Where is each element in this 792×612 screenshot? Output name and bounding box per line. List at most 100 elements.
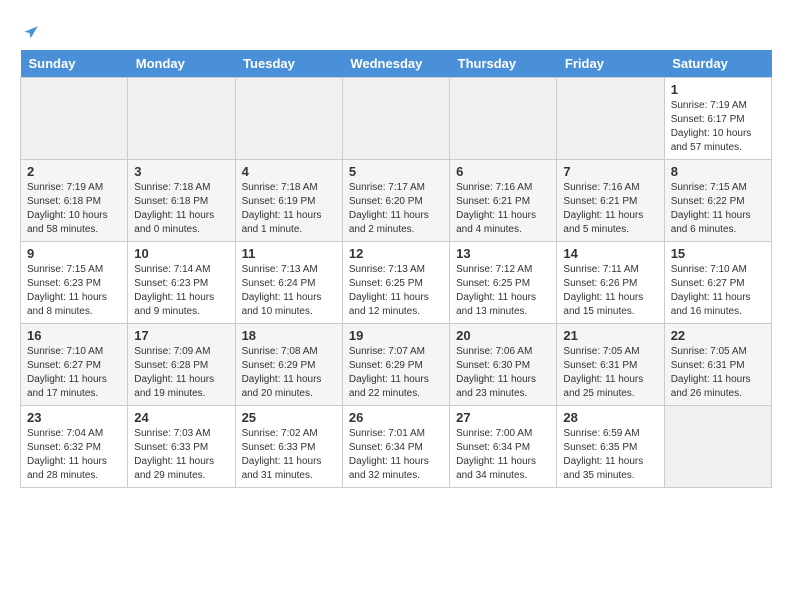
day-info: Sunrise: 7:01 AM Sunset: 6:34 PM Dayligh… <box>349 427 443 483</box>
day-info: Sunrise: 7:06 AM Sunset: 6:30 PM Dayligh… <box>456 345 550 401</box>
logo-bird-icon <box>22 24 40 42</box>
day-number: 25 <box>242 410 336 425</box>
weekday-header-sunday: Sunday <box>21 50 128 78</box>
day-info: Sunrise: 7:10 AM Sunset: 6:27 PM Dayligh… <box>671 263 765 319</box>
day-info: Sunrise: 7:02 AM Sunset: 6:33 PM Dayligh… <box>242 427 336 483</box>
calendar-cell <box>450 78 557 160</box>
day-info: Sunrise: 7:09 AM Sunset: 6:28 PM Dayligh… <box>134 345 228 401</box>
calendar-cell: 3 Sunrise: 7:18 AM Sunset: 6:18 PM Daylig… <box>128 160 235 242</box>
calendar-cell: 12Sunrise: 7:13 AM Sunset: 6:25 PM Dayli… <box>342 242 449 324</box>
calendar-week-4: 16 Sunrise: 7:10 AM Sunset: 6:27 PM Dayli… <box>21 324 772 406</box>
calendar-cell: 2 Sunrise: 7:19 AM Sunset: 6:18 PM Daylig… <box>21 160 128 242</box>
day-number: 10 <box>134 246 228 261</box>
day-number: 27 <box>456 410 550 425</box>
day-number: 26 <box>349 410 443 425</box>
calendar-cell: 9 Sunrise: 7:15 AM Sunset: 6:23 PM Daylig… <box>21 242 128 324</box>
day-info: Sunrise: 7:18 AM Sunset: 6:18 PM Dayligh… <box>134 181 228 237</box>
day-info: Sunrise: 7:04 AM Sunset: 6:32 PM Dayligh… <box>27 427 121 483</box>
day-info: Sunrise: 7:15 AM Sunset: 6:23 PM Dayligh… <box>27 263 121 319</box>
day-number: 9 <box>27 246 121 261</box>
calendar-table: SundayMondayTuesdayWednesdayThursdayFrid… <box>20 50 772 488</box>
calendar-cell: 22 Sunrise: 7:05 AM Sunset: 6:31 PM Dayli… <box>664 324 771 406</box>
day-number: 15 <box>671 246 765 261</box>
day-number: 6 <box>456 164 550 179</box>
calendar-cell: 27 Sunrise: 7:00 AM Sunset: 6:34 PM Dayli… <box>450 406 557 488</box>
calendar-cell: 23 Sunrise: 7:04 AM Sunset: 6:32 PM Dayli… <box>21 406 128 488</box>
day-number: 17 <box>134 328 228 343</box>
day-info: Sunrise: 7:17 AM Sunset: 6:20 PM Dayligh… <box>349 181 443 237</box>
day-number: 16 <box>27 328 121 343</box>
day-info: Sunrise: 7:10 AM Sunset: 6:27 PM Dayligh… <box>27 345 121 401</box>
day-number: 18 <box>242 328 336 343</box>
weekday-header-friday: Friday <box>557 50 664 78</box>
day-info: Sunrise: 7:08 AM Sunset: 6:29 PM Dayligh… <box>242 345 336 401</box>
calendar-cell: 13 Sunrise: 7:12 AM Sunset: 6:25 PM Dayli… <box>450 242 557 324</box>
calendar-cell <box>235 78 342 160</box>
calendar-week-1: 1 Sunrise: 7:19 AM Sunset: 6:17 PM Daylig… <box>21 78 772 160</box>
day-number: 11 <box>242 246 336 261</box>
logo-text <box>20 20 40 44</box>
weekday-header-tuesday: Tuesday <box>235 50 342 78</box>
day-number: 19 <box>349 328 443 343</box>
day-info: Sunrise: 7:14 AM Sunset: 6:23 PM Dayligh… <box>134 263 228 319</box>
day-number: 7 <box>563 164 657 179</box>
day-number: 23 <box>27 410 121 425</box>
day-info: Sunrise: 7:15 AM Sunset: 6:22 PM Dayligh… <box>671 181 765 237</box>
calendar-cell: 10 Sunrise: 7:14 AM Sunset: 6:23 PM Dayli… <box>128 242 235 324</box>
calendar-cell: 14Sunrise: 7:11 AM Sunset: 6:26 PM Dayli… <box>557 242 664 324</box>
calendar-cell: 15 Sunrise: 7:10 AM Sunset: 6:27 PM Dayli… <box>664 242 771 324</box>
day-number: 3 <box>134 164 228 179</box>
day-info: Sunrise: 7:05 AM Sunset: 6:31 PM Dayligh… <box>671 345 765 401</box>
weekday-header-saturday: Saturday <box>664 50 771 78</box>
calendar-cell: 28 Sunrise: 6:59 AM Sunset: 6:35 PM Dayli… <box>557 406 664 488</box>
weekday-header-thursday: Thursday <box>450 50 557 78</box>
calendar-cell <box>21 78 128 160</box>
day-number: 4 <box>242 164 336 179</box>
calendar-cell: 17 Sunrise: 7:09 AM Sunset: 6:28 PM Dayli… <box>128 324 235 406</box>
day-info: Sunrise: 7:05 AM Sunset: 6:31 PM Dayligh… <box>563 345 657 401</box>
day-info: Sunrise: 7:12 AM Sunset: 6:25 PM Dayligh… <box>456 263 550 319</box>
day-number: 13 <box>456 246 550 261</box>
calendar-cell: 5 Sunrise: 7:17 AM Sunset: 6:20 PM Daylig… <box>342 160 449 242</box>
day-info: Sunrise: 7:07 AM Sunset: 6:29 PM Dayligh… <box>349 345 443 401</box>
calendar-cell: 1 Sunrise: 7:19 AM Sunset: 6:17 PM Daylig… <box>664 78 771 160</box>
day-info: Sunrise: 7:16 AM Sunset: 6:21 PM Dayligh… <box>563 181 657 237</box>
weekday-header-wednesday: Wednesday <box>342 50 449 78</box>
calendar-cell <box>128 78 235 160</box>
calendar-week-3: 9 Sunrise: 7:15 AM Sunset: 6:23 PM Daylig… <box>21 242 772 324</box>
day-info: Sunrise: 7:16 AM Sunset: 6:21 PM Dayligh… <box>456 181 550 237</box>
day-info: Sunrise: 7:00 AM Sunset: 6:34 PM Dayligh… <box>456 427 550 483</box>
day-number: 20 <box>456 328 550 343</box>
day-number: 22 <box>671 328 765 343</box>
calendar-cell: 24 Sunrise: 7:03 AM Sunset: 6:33 PM Dayli… <box>128 406 235 488</box>
calendar-cell: 21 Sunrise: 7:05 AM Sunset: 6:31 PM Dayli… <box>557 324 664 406</box>
day-info: Sunrise: 7:03 AM Sunset: 6:33 PM Dayligh… <box>134 427 228 483</box>
calendar-cell: 8 Sunrise: 7:15 AM Sunset: 6:22 PM Daylig… <box>664 160 771 242</box>
calendar-cell: 18 Sunrise: 7:08 AM Sunset: 6:29 PM Dayli… <box>235 324 342 406</box>
calendar-cell <box>557 78 664 160</box>
calendar-cell: 4 Sunrise: 7:18 AM Sunset: 6:19 PM Daylig… <box>235 160 342 242</box>
day-number: 1 <box>671 82 765 97</box>
page-header <box>20 20 772 40</box>
calendar-cell: 20 Sunrise: 7:06 AM Sunset: 6:30 PM Dayli… <box>450 324 557 406</box>
day-number: 28 <box>563 410 657 425</box>
calendar-cell: 25 Sunrise: 7:02 AM Sunset: 6:33 PM Dayli… <box>235 406 342 488</box>
day-number: 8 <box>671 164 765 179</box>
day-info: Sunrise: 6:59 AM Sunset: 6:35 PM Dayligh… <box>563 427 657 483</box>
calendar-cell: 7 Sunrise: 7:16 AM Sunset: 6:21 PM Daylig… <box>557 160 664 242</box>
day-number: 24 <box>134 410 228 425</box>
calendar-cell <box>664 406 771 488</box>
calendar-week-2: 2 Sunrise: 7:19 AM Sunset: 6:18 PM Daylig… <box>21 160 772 242</box>
day-number: 5 <box>349 164 443 179</box>
day-info: Sunrise: 7:19 AM Sunset: 6:18 PM Dayligh… <box>27 181 121 237</box>
day-info: Sunrise: 7:19 AM Sunset: 6:17 PM Dayligh… <box>671 99 765 155</box>
calendar-cell: 11Sunrise: 7:13 AM Sunset: 6:24 PM Dayli… <box>235 242 342 324</box>
weekday-header-monday: Monday <box>128 50 235 78</box>
day-number: 14 <box>563 246 657 261</box>
day-number: 12 <box>349 246 443 261</box>
day-number: 2 <box>27 164 121 179</box>
calendar-cell: 19 Sunrise: 7:07 AM Sunset: 6:29 PM Dayli… <box>342 324 449 406</box>
day-info: Sunrise: 7:18 AM Sunset: 6:19 PM Dayligh… <box>242 181 336 237</box>
day-number: 21 <box>563 328 657 343</box>
calendar-week-5: 23 Sunrise: 7:04 AM Sunset: 6:32 PM Dayli… <box>21 406 772 488</box>
